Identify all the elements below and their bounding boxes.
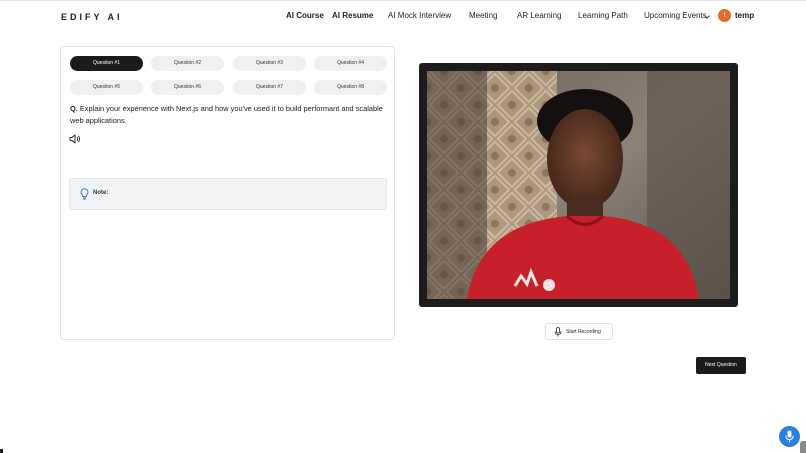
note-label: Note:: [93, 190, 109, 196]
speaker-icon[interactable]: [69, 134, 81, 144]
webcam-feed-image: [427, 71, 730, 299]
user-avatar[interactable]: t: [718, 9, 731, 22]
username-label[interactable]: temp: [735, 11, 754, 20]
tab-question-6[interactable]: Question #6: [151, 80, 224, 95]
question-card: Question #1 Question #2 Question #3 Ques…: [60, 46, 395, 340]
start-recording-button[interactable]: Start Recording: [545, 323, 613, 340]
tab-question-8[interactable]: Question #8: [314, 80, 387, 95]
tab-question-1[interactable]: Question #1: [70, 56, 143, 71]
voice-assistant-button[interactable]: [779, 426, 800, 447]
lightbulb-icon: [80, 188, 89, 200]
next-question-button[interactable]: Next Question: [696, 357, 746, 374]
edify-logo[interactable]: EDIFY AI: [61, 12, 123, 22]
tab-question-3[interactable]: Question #3: [233, 56, 306, 71]
tab-question-5[interactable]: Question #5: [70, 80, 143, 95]
window-corner: [0, 449, 3, 453]
nav-upcoming-events[interactable]: Upcoming Events: [644, 11, 707, 20]
nav-ai-mock-interview[interactable]: AI Mock Interview: [388, 11, 451, 20]
tab-question-2[interactable]: Question #2: [151, 56, 224, 71]
voice-assistant-icon: [785, 430, 794, 443]
microphone-icon: [554, 327, 562, 337]
question-body: Explain your experience with Next.js and…: [70, 104, 383, 125]
tab-question-7[interactable]: Question #7: [233, 80, 306, 95]
nav-ai-course[interactable]: AI Course: [286, 11, 324, 20]
tab-question-4[interactable]: Question #4: [314, 56, 387, 71]
webcam-preview: [419, 63, 738, 307]
nav-meeting[interactable]: Meeting: [469, 11, 497, 20]
start-recording-label: Start Recording: [566, 329, 601, 335]
nav-ai-resume[interactable]: AI Resume: [332, 11, 373, 20]
scrollbar-thumb[interactable]: [800, 441, 806, 453]
top-navigation-bar: EDIFY AI AI Course AI Resume AI Mock Int…: [0, 0, 806, 30]
note-box: Note:: [69, 178, 387, 210]
nav-learning-path[interactable]: Learning Path: [578, 11, 628, 20]
nav-ar-learning[interactable]: AR Learning: [517, 11, 561, 20]
question-prefix: Q.: [70, 104, 78, 113]
question-text: Q. Explain your experience with Next.js …: [70, 103, 388, 127]
